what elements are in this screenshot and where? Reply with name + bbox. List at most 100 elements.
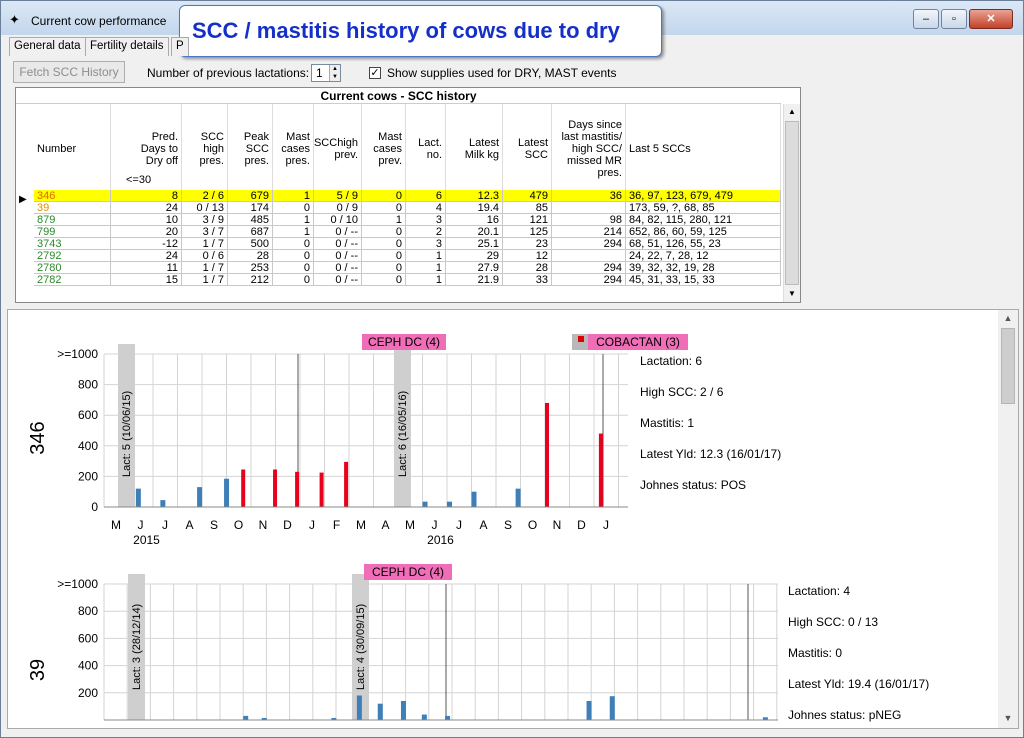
charts-scrollbar[interactable]: ▲ ▼ xyxy=(998,310,1018,728)
column-header[interactable]: Mast cases pres. xyxy=(273,104,314,194)
cow-number-cell: 3743 xyxy=(34,238,111,250)
cow-number-cell: 2782 xyxy=(34,274,111,286)
cow-info-line: Latest Yld: 19.4 (16/01/17) xyxy=(788,677,930,691)
table-row[interactable]: 2792 24 0 / 6 28 0 0 / -- 0 1 29 12 24, 22, 7, 28,… xyxy=(34,250,781,262)
scc-bar xyxy=(447,501,452,507)
column-header[interactable]: SCC high pres. xyxy=(182,104,228,194)
table-cell: 45, 31, 33, 15, 33 xyxy=(626,274,781,286)
scroll-up-icon[interactable]: ▲ xyxy=(784,104,800,120)
table-cell: 0 / -- xyxy=(314,238,362,250)
table-row[interactable]: 2782 15 1 / 7 212 0 0 / -- 0 1 21.9 33 294 45, 31, … xyxy=(34,274,781,286)
grid-scroll-thumb[interactable] xyxy=(785,121,799,285)
column-header[interactable]: Latest Milk kg xyxy=(446,104,503,194)
high-scc-bar xyxy=(344,461,349,507)
table-cell: 1 xyxy=(273,190,314,202)
high-scc-bar xyxy=(545,402,549,507)
scc-bar xyxy=(377,703,383,720)
table-cell: 1 / 7 xyxy=(182,262,228,274)
table-row[interactable]: 799 20 3 / 7 687 1 0 / -- 0 2 20.1 125 214 652, 86,… xyxy=(34,226,781,238)
table-cell: 1 / 7 xyxy=(182,238,228,250)
month-tick-label: D xyxy=(283,518,292,532)
table-cell: 125 xyxy=(503,226,552,238)
lactation-marker-label: Lact: 5 (10/06/15) xyxy=(121,391,133,477)
y-tick-label: >=1000 xyxy=(57,347,98,361)
column-header[interactable]: Lact. no. xyxy=(406,104,446,194)
column-header[interactable]: Days since last mastitis/ high SCC/ miss… xyxy=(552,104,626,194)
grid-scrollbar[interactable]: ▲ ▼ xyxy=(783,104,800,302)
scroll-down-icon[interactable]: ▼ xyxy=(784,286,800,302)
cow-app-icon: ✦ xyxy=(9,12,20,27)
table-cell: 1 xyxy=(362,214,406,226)
table-row[interactable]: 3743 -12 1 / 7 500 0 0 / -- 0 3 25.1 23 294 68, 51,… xyxy=(34,238,781,250)
tab-general-data[interactable]: General data xyxy=(9,37,86,56)
table-cell: 28 xyxy=(503,262,552,274)
close-button[interactable]: ✕ xyxy=(969,9,1013,29)
column-header[interactable]: Mast cases prev. xyxy=(362,104,406,194)
table-cell: 0 xyxy=(362,226,406,238)
fetch-scc-history-button[interactable]: Fetch SCC History xyxy=(13,61,125,83)
column-header[interactable]: Number xyxy=(34,104,111,194)
month-tick-label: D xyxy=(577,518,586,532)
scc-bar xyxy=(160,500,166,507)
panel-scroll-down-icon[interactable]: ▼ xyxy=(998,710,1018,726)
table-cell: 500 xyxy=(228,238,273,250)
column-header[interactable]: SCChigh prev. xyxy=(314,104,362,194)
table-row[interactable]: 39 24 0 / 13 174 0 0 / 9 0 4 19.4 85 173, 59, ?, 6… xyxy=(34,202,781,214)
cow-number-cell: 39 xyxy=(34,202,111,214)
panel-scroll-up-icon[interactable]: ▲ xyxy=(998,310,1018,326)
table-cell: 212 xyxy=(228,274,273,286)
scc-bar xyxy=(515,488,521,507)
cow-info-line: High SCC: 2 / 6 xyxy=(640,385,724,399)
column-header[interactable]: Peak SCC pres. xyxy=(228,104,273,194)
table-cell: 652, 86, 60, 59, 125 xyxy=(626,226,781,238)
table-row[interactable]: 346 8 2 / 6 679 1 5 / 9 0 6 12.3 479 36 36, 97, 123… xyxy=(34,190,781,202)
charts-panel: >=1000 800 600 400 200 0 Lact: 5 (10/06/15) Lac… xyxy=(7,309,1019,729)
table-cell: 12.3 xyxy=(446,190,503,202)
table-cell: 679 xyxy=(228,190,273,202)
scc-bar xyxy=(586,700,592,720)
table-cell: 8 xyxy=(111,190,182,202)
minimize-button[interactable]: – xyxy=(913,9,939,29)
table-row[interactable]: 879 10 3 / 9 485 1 0 / 10 1 3 16 121 98 84, 82, 115… xyxy=(34,214,781,226)
tab-fertility-details[interactable]: Fertility details xyxy=(85,37,169,56)
column-header[interactable]: Last 5 SCCs xyxy=(626,104,781,194)
table-cell: 0 xyxy=(362,202,406,214)
y-tick-label: 200 xyxy=(78,686,98,700)
stepper-up-icon[interactable]: ▲ xyxy=(329,65,340,73)
lactations-value: 1 xyxy=(316,66,323,80)
table-cell: 0 xyxy=(362,274,406,286)
table-cell: 3 / 7 xyxy=(182,226,228,238)
table-cell: 1 xyxy=(273,214,314,226)
stepper-down-icon[interactable]: ▼ xyxy=(329,73,340,81)
lactation-marker-label: Lact: 3 (28/12/14) xyxy=(131,604,143,690)
cow-info-line: Mastitis: 1 xyxy=(640,416,695,430)
table-cell: 12 xyxy=(503,250,552,262)
table-row[interactable]: 2780 11 1 / 7 253 0 0 / -- 0 1 27.9 28 294 39, 32, … xyxy=(34,262,781,274)
table-cell: 25.1 xyxy=(446,238,503,250)
table-cell: 0 / -- xyxy=(314,262,362,274)
table-cell: 6 xyxy=(406,190,446,202)
maximize-button[interactable]: ▫ xyxy=(941,9,967,29)
table-cell xyxy=(552,250,626,262)
month-tick-label: M xyxy=(111,518,121,532)
month-tick-label: J xyxy=(162,518,168,532)
cow-info-line: Mastitis: 0 xyxy=(788,646,843,660)
table-cell: 36 xyxy=(552,190,626,202)
charts-scroll-thumb[interactable] xyxy=(1001,328,1015,404)
minimize-icon: – xyxy=(922,13,930,25)
table-cell: 0 xyxy=(362,190,406,202)
table-cell: 28 xyxy=(228,250,273,262)
month-tick-label: M xyxy=(405,518,415,532)
event-badge-label: COBACTAN (3) xyxy=(596,335,680,349)
cow-number-cell: 2792 xyxy=(34,250,111,262)
tab-p[interactable]: P xyxy=(171,37,189,56)
column-header[interactable]: Latest SCC xyxy=(503,104,552,194)
table-cell: 3 xyxy=(406,214,446,226)
scc-bar xyxy=(400,700,406,720)
table-cell: 23 xyxy=(503,238,552,250)
table-cell: 0 xyxy=(362,262,406,274)
lactations-stepper[interactable]: 1 ▲ ▼ xyxy=(311,64,341,82)
show-supplies-checkbox[interactable]: ✓ xyxy=(369,67,381,79)
scc-history-grid[interactable]: Current cows - SCC history Number Pred. D… xyxy=(15,87,801,303)
table-cell: 687 xyxy=(228,226,273,238)
